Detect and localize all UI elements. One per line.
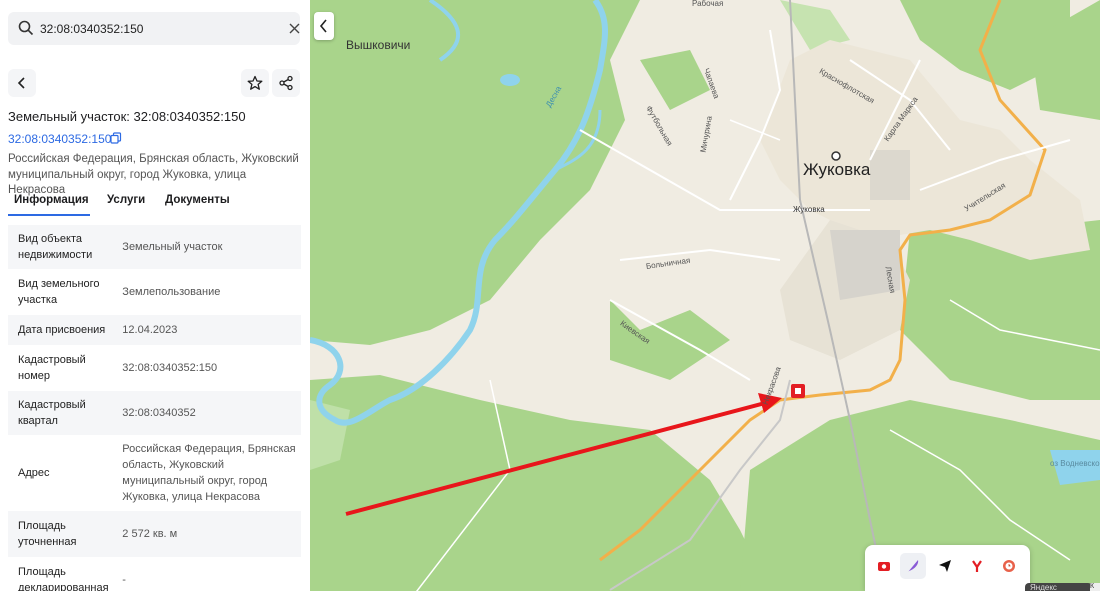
station-label: Жуковка — [793, 205, 825, 214]
copy-icon[interactable] — [110, 132, 122, 144]
search-input[interactable] — [40, 12, 280, 45]
row-key: Площадь уточненная — [18, 520, 77, 548]
search-box[interactable] — [8, 12, 300, 45]
row-value: Земельный участок — [122, 241, 223, 253]
collapse-panel-button[interactable] — [314, 12, 334, 40]
send-tool[interactable] — [932, 553, 958, 579]
tab-services[interactable]: Услуги — [107, 194, 145, 206]
send-icon — [939, 560, 951, 572]
map-corner-label: К — [1090, 583, 1100, 591]
row-key: Вид объекта недвижимости — [18, 233, 93, 261]
tab-bar: Информация Услуги Документы — [0, 186, 310, 216]
map-toolbar — [865, 545, 1030, 591]
chevron-left-icon — [319, 19, 327, 33]
screenshot-tool[interactable] — [871, 553, 897, 579]
map-view[interactable]: Вышковичи Жуковка Жуковка оз Водневское … — [310, 0, 1100, 591]
city-label: Жуковка — [803, 160, 871, 179]
table-row: Дата присвоения 12.04.2023 — [8, 315, 301, 345]
row-key: Дата присвоения — [18, 324, 106, 336]
row-key: Вид земельного участка — [18, 278, 100, 306]
clock-tool[interactable] — [996, 553, 1022, 579]
page-title: Земельный участок: 32:08:0340352:150 — [8, 109, 246, 124]
tab-info[interactable]: Информация — [14, 194, 89, 206]
table-row: Кадастровый квартал 32:08:0340352 — [8, 391, 301, 435]
star-icon — [247, 75, 263, 90]
info-table: Вид объекта недвижимости Земельный участо… — [8, 225, 301, 591]
clock-icon — [1003, 560, 1015, 572]
clear-icon[interactable] — [288, 22, 301, 35]
feather-icon — [908, 560, 919, 572]
back-button[interactable] — [8, 69, 36, 97]
row-value: 32:08:0340352 — [122, 407, 196, 419]
info-panel: Земельный участок: 32:08:0340352:150 32:… — [0, 0, 310, 591]
row-value: Землепользование — [122, 286, 221, 298]
yandex-tool[interactable] — [964, 553, 990, 579]
draw-tool[interactable] — [900, 553, 926, 579]
share-icon — [279, 75, 293, 91]
street-label: Рабочая — [692, 0, 724, 8]
table-row: Площадь декларированная - — [8, 557, 301, 591]
search-icon — [18, 20, 34, 36]
row-value: 2 572 кв. м — [122, 528, 178, 540]
row-value: 32:08:0340352:150 — [122, 362, 218, 374]
table-row: Вид земельного участка Землепользование — [8, 269, 301, 315]
table-row: Адрес Российская Федерация, Брянская обла… — [8, 435, 301, 511]
table-row: Площадь уточненная 2 572 кв. м — [8, 511, 301, 557]
map-canvas — [310, 0, 1100, 591]
row-key: Кадастровый номер — [18, 354, 86, 382]
favorite-button[interactable] — [241, 69, 269, 97]
cadastral-number-link[interactable]: 32:08:0340352:150 — [8, 132, 111, 146]
active-tab-indicator — [8, 214, 90, 216]
row-key: Кадастровый квартал — [18, 399, 86, 427]
map-attribution: Яндекс — [1025, 583, 1092, 591]
table-row: Вид объекта недвижимости Земельный участо… — [8, 225, 301, 269]
share-button[interactable] — [272, 69, 300, 97]
chevron-left-icon — [17, 77, 25, 89]
camera-icon — [878, 562, 890, 571]
yandex-icon — [972, 560, 982, 572]
row-value: - — [122, 574, 126, 586]
row-key: Площадь декларированная — [18, 566, 109, 591]
table-row: Кадастровый номер 32:08:0340352:150 — [8, 345, 301, 391]
tab-documents[interactable]: Документы — [165, 194, 230, 206]
lake-label: оз Водневское — [1050, 459, 1100, 468]
row-value: 12.04.2023 — [122, 324, 178, 336]
village-label: Вышковичи — [346, 38, 411, 52]
row-value: Российская Федерация, Брянская область, … — [122, 443, 296, 503]
row-key: Адрес — [18, 467, 50, 479]
